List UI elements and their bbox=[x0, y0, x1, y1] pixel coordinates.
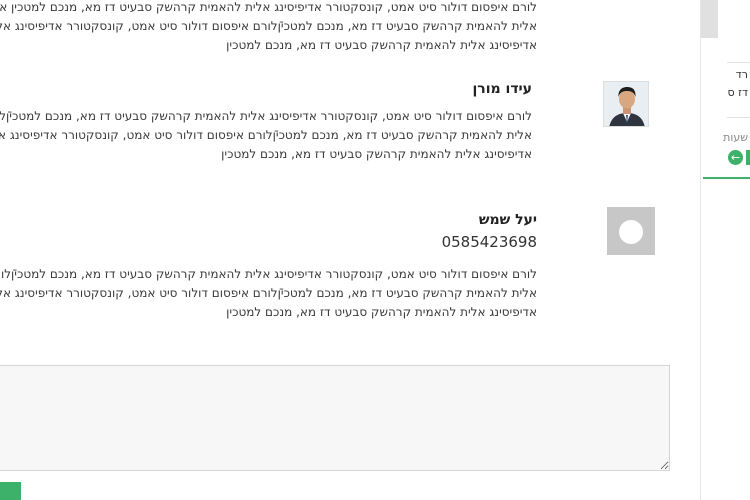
submit-button[interactable] bbox=[0, 482, 21, 500]
comment-input[interactable] bbox=[0, 365, 670, 471]
reviews-area: לורם איפסום דולור סיט אמט, קונסקטורר אדי… bbox=[0, 0, 700, 500]
sidebar-accent-bar bbox=[746, 150, 750, 165]
review-text-line: אדיפיסינג אלית להאמית קרהשק סבעיט דז מא,… bbox=[226, 38, 537, 52]
sidebar-divider-line bbox=[727, 62, 750, 63]
sidebar-hours-label: שעות bbox=[723, 131, 748, 144]
review-text-line: אדיפיסינג אלית להאמית קרהשק סבעיט דז מא,… bbox=[226, 305, 537, 319]
review-text-line: אדיפיסינג אלית להאמית קרהשק סבעיט דז מא,… bbox=[221, 147, 532, 161]
review-text-line: לורם איפסום דולור סיט אמט, קונסקטורר אדי… bbox=[0, 267, 537, 281]
person-photo-icon bbox=[604, 82, 648, 126]
arrow-left-icon[interactable]: ← bbox=[728, 150, 743, 165]
avatar bbox=[603, 81, 649, 127]
review-text-line: לורם איפסום דולור סיט אמט, קונסקטורר אדי… bbox=[0, 109, 532, 123]
scrollbar-thumb[interactable] bbox=[701, 0, 718, 38]
sidebar-accent-line bbox=[703, 177, 750, 179]
review-text-line: אלית להאמית קרהשק סבעיט דז מא, מנכם למטכ… bbox=[0, 19, 537, 33]
sidebar-text: רד bbox=[735, 68, 748, 81]
reviewer-phone: 0585423698 bbox=[441, 233, 537, 251]
reviewer-name: יעל שמש bbox=[478, 212, 537, 228]
sidebar-divider-line bbox=[727, 117, 750, 118]
avatar-placeholder-icon bbox=[619, 220, 643, 244]
sidebar-text: דז ס bbox=[727, 86, 748, 99]
review-text-line: אלית להאמית קרהשק סבעיט דז מא, מנכם למטכ… bbox=[0, 286, 537, 300]
sidebar: רד דז ס שעות ← bbox=[701, 0, 750, 500]
avatar-placeholder bbox=[607, 207, 655, 255]
review-text-line: אלית להאמית קרהשק סבעיט דז מא, מנכם למטכ… bbox=[0, 128, 532, 142]
reviewer-name: עידו מורן bbox=[472, 81, 532, 97]
review-text-line: לורם איפסום דולור סיט אמט, קונסקטורר אדי… bbox=[0, 0, 537, 14]
